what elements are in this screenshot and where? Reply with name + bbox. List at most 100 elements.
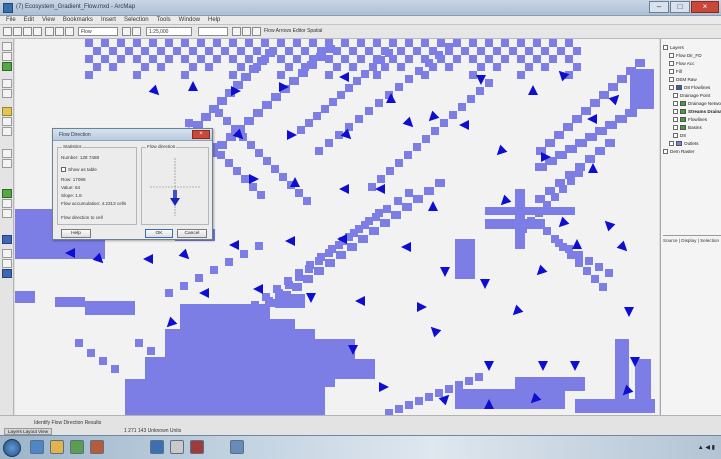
pan-icon[interactable] xyxy=(2,62,12,71)
help-button[interactable]: Help xyxy=(61,229,91,238)
open-icon[interactable] xyxy=(13,27,22,36)
system-tray[interactable]: ▲ ◀ ▮ xyxy=(698,444,715,451)
menu-bookmarks[interactable]: Bookmarks xyxy=(63,16,93,24)
stream-cell xyxy=(377,56,385,64)
toc-icon[interactable] xyxy=(242,27,251,36)
identify-icon[interactable] xyxy=(2,189,12,198)
hyperlink-icon[interactable] xyxy=(2,235,12,244)
stream-cell xyxy=(385,49,393,57)
maximize-button[interactable]: □ xyxy=(670,1,690,13)
layer-checkbox[interactable] xyxy=(663,148,668,154)
flow-arrow-icon xyxy=(459,120,469,130)
measure-icon[interactable] xyxy=(2,209,12,218)
paste-icon[interactable] xyxy=(65,27,74,36)
html-popup-icon[interactable] xyxy=(2,249,12,258)
layer-checkbox[interactable] xyxy=(663,44,668,50)
zoom-in-icon[interactable] xyxy=(2,42,12,51)
ie-icon[interactable] xyxy=(30,440,44,454)
stream-cell xyxy=(467,95,475,103)
back-extent-icon[interactable] xyxy=(2,107,12,116)
zoom-out-icon[interactable] xyxy=(2,52,12,61)
app-icon[interactable] xyxy=(190,440,204,454)
menu-tools[interactable]: Tools xyxy=(157,16,171,24)
layer-checkbox[interactable] xyxy=(673,116,678,122)
menu-view[interactable]: View xyxy=(42,16,55,24)
start-button[interactable] xyxy=(3,439,21,457)
dialog-close-button[interactable]: × xyxy=(192,130,210,139)
menu-file[interactable]: File xyxy=(6,16,16,24)
save-icon[interactable] xyxy=(23,27,32,36)
close-button[interactable]: × xyxy=(691,1,719,13)
fixed-zoom-icon[interactable] xyxy=(2,89,12,98)
editor-icon[interactable] xyxy=(232,27,241,36)
menu-edit[interactable]: Edit xyxy=(24,16,34,24)
layer-checkbox[interactable] xyxy=(669,60,674,66)
stream-cell xyxy=(316,53,326,61)
clear-selection-icon[interactable] xyxy=(2,149,12,158)
forward-extent-icon[interactable] xyxy=(2,117,12,126)
media-icon[interactable] xyxy=(70,440,84,454)
layer-checkbox[interactable] xyxy=(669,84,674,90)
stream-cell xyxy=(357,39,365,47)
cancel-button[interactable]: Cancel xyxy=(177,229,207,238)
toc-layer-item[interactable]: D8 Flowlines xyxy=(669,83,710,91)
undo-icon[interactable] xyxy=(122,27,131,36)
toc-layer-item[interactable]: Dem Raster xyxy=(663,147,695,155)
print-icon[interactable] xyxy=(33,27,42,36)
layer-dropdown[interactable]: Flow xyxy=(78,27,118,36)
full-extent-icon[interactable] xyxy=(2,79,12,88)
layer-checkbox[interactable] xyxy=(673,100,678,106)
field-input[interactable] xyxy=(198,27,228,36)
toc-layer-item[interactable]: Layers xyxy=(663,43,684,51)
app-icon[interactable] xyxy=(230,440,244,454)
toc-layer-item[interactable]: DEM Raw xyxy=(669,75,697,83)
time-slider-icon[interactable] xyxy=(2,259,12,268)
app-icon[interactable] xyxy=(150,440,164,454)
show-table-checkbox[interactable] xyxy=(61,167,66,172)
layer-checkbox[interactable] xyxy=(669,68,674,74)
toc-layer-item[interactable]: Flow Acc xyxy=(669,59,694,67)
select-features-icon[interactable] xyxy=(2,127,12,136)
toc-layer-item[interactable]: Drainage Network xyxy=(673,99,721,107)
menu-help[interactable]: Help xyxy=(208,16,220,24)
layer-checkbox[interactable] xyxy=(669,52,674,58)
layer-checkbox[interactable] xyxy=(669,76,674,82)
create-viewer-icon[interactable] xyxy=(2,269,12,278)
menu-insert[interactable]: Insert xyxy=(101,16,116,24)
redo-icon[interactable] xyxy=(132,27,141,36)
toc-layer-item[interactable]: Flow Dir_FD xyxy=(669,51,702,59)
toc-tabs[interactable]: Source | Display | Selection xyxy=(663,235,721,243)
minimize-button[interactable]: – xyxy=(649,1,669,13)
layer-checkbox[interactable] xyxy=(673,124,678,130)
copy-icon[interactable] xyxy=(55,27,64,36)
toc-layer-item[interactable]: Basins xyxy=(673,123,702,131)
menu-selection[interactable]: Selection xyxy=(124,16,149,24)
folder-icon[interactable] xyxy=(50,440,64,454)
arcmap-icon[interactable] xyxy=(90,440,104,454)
stream-cell xyxy=(55,297,85,307)
stream-cell xyxy=(345,123,353,131)
scale-dropdown[interactable]: 1:25,000 xyxy=(146,27,192,36)
layer-checkbox[interactable] xyxy=(669,140,674,146)
menu-window[interactable]: Window xyxy=(179,16,200,24)
layer-checkbox[interactable] xyxy=(673,92,678,98)
toc-layer-item[interactable]: Flowlines xyxy=(673,115,707,123)
catalog-icon[interactable] xyxy=(252,27,261,36)
layer-checkbox[interactable] xyxy=(673,132,678,138)
view-tabs[interactable]: Layers Layout View xyxy=(4,428,53,435)
toc-layer-item[interactable]: Drainage Point xyxy=(673,91,710,99)
toc-layer-item[interactable]: Streams Drainage xyxy=(673,107,721,115)
stream-cell xyxy=(253,47,261,55)
layer-checkbox[interactable] xyxy=(673,108,678,114)
stream-cell xyxy=(85,55,93,63)
checkbox-label: Show as table xyxy=(68,167,97,172)
toc-layer-item[interactable]: Outlets xyxy=(669,139,699,147)
app-icon[interactable] xyxy=(170,440,184,454)
toc-layer-item[interactable]: D8 xyxy=(673,131,686,139)
new-icon[interactable] xyxy=(3,27,12,36)
find-icon[interactable] xyxy=(2,199,12,208)
toc-layer-item[interactable]: Fill xyxy=(669,67,682,75)
ok-button[interactable]: OK xyxy=(145,229,173,238)
cut-icon[interactable] xyxy=(45,27,54,36)
select-elements-icon[interactable] xyxy=(2,159,12,168)
